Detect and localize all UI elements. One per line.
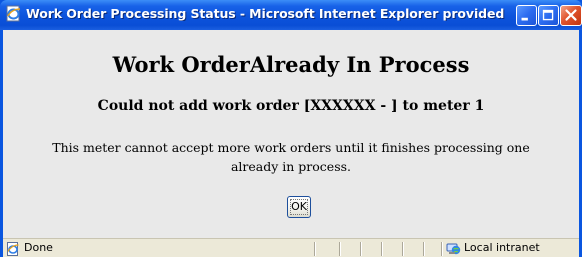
status-divider xyxy=(339,242,341,256)
page-heading: Work OrderAlready In Process xyxy=(112,52,470,77)
status-divider xyxy=(402,242,404,256)
ok-button[interactable]: OK xyxy=(287,196,311,218)
maximize-icon xyxy=(542,9,554,21)
security-zone-label: Local intranet xyxy=(464,241,540,254)
maximize-button[interactable] xyxy=(538,5,559,26)
title-bar[interactable]: Work Order Processing Status - Microsoft… xyxy=(0,0,582,30)
status-divider xyxy=(360,242,362,256)
status-divider xyxy=(314,242,316,256)
status-text: Done xyxy=(24,241,53,254)
minimize-icon xyxy=(521,17,528,21)
ie-page-icon xyxy=(6,241,20,256)
close-icon xyxy=(565,9,577,21)
status-divider xyxy=(381,242,383,256)
minimize-button[interactable] xyxy=(516,5,537,26)
status-divider xyxy=(423,242,425,256)
local-intranet-icon xyxy=(446,241,461,255)
window-title: Work Order Processing Status - Microsoft… xyxy=(26,6,506,21)
close-button[interactable] xyxy=(560,5,582,26)
error-message: This meter cannot accept more work order… xyxy=(52,140,530,174)
error-subheading: Could not add work order [XXXXXX - ] to … xyxy=(97,98,485,114)
ie-page-icon xyxy=(5,5,22,22)
status-bar: Done Local intranet xyxy=(3,238,579,257)
page-content: Work OrderAlready In Process Could not a… xyxy=(3,30,579,238)
browser-window: Work Order Processing Status - Microsoft… xyxy=(0,0,582,257)
status-divider xyxy=(441,242,443,256)
